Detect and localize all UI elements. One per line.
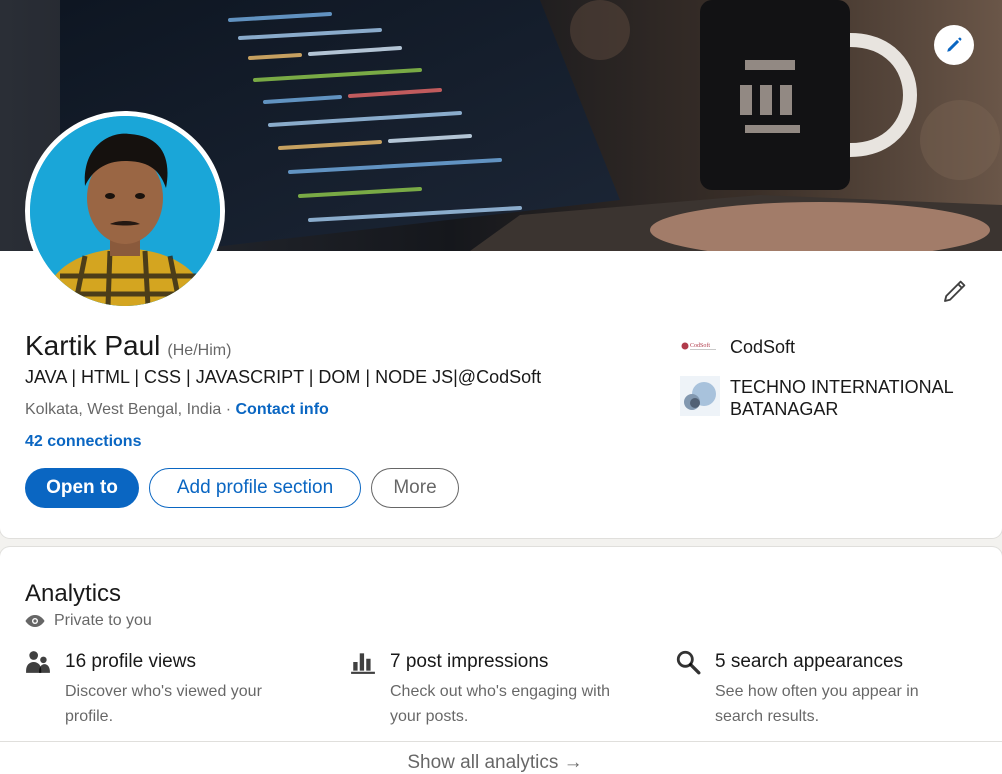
arrow-right-icon: →: [563, 752, 583, 773]
location-line: Kolkata, West Bengal, India · Contact in…: [25, 401, 329, 419]
profile-pronouns: (He/Him): [167, 342, 232, 359]
profile-location: Kolkata, West Bengal, India: [25, 401, 222, 418]
intro-edit-button[interactable]: [940, 276, 970, 306]
show-all-label: Show all analytics: [407, 752, 559, 773]
privacy-line: Private to you: [25, 612, 152, 630]
open-to-button[interactable]: Open to: [25, 468, 139, 508]
profile-card: Kartik Paul (He/Him) JAVA | HTML | CSS |…: [0, 0, 1002, 538]
org-techno[interactable]: TECHNO INTERNATIONAL BATANAGAR: [680, 376, 970, 420]
techno-logo: [680, 376, 720, 416]
org-name: CodSoft: [730, 337, 796, 357]
name-line: Kartik Paul (He/Him): [25, 330, 231, 362]
profile-name: Kartik Paul: [25, 330, 161, 361]
stat-description: See how often you appear in search resul…: [715, 683, 919, 725]
org-name: TECHNO INTERNATIONAL BATANAGAR: [730, 377, 954, 419]
stat-description: Check out who's engaging with your posts…: [390, 683, 611, 725]
analytics-divider: [0, 741, 1002, 742]
add-profile-section-button[interactable]: Add profile section: [149, 468, 361, 508]
connections-link[interactable]: 42 connections: [25, 433, 141, 451]
show-all-analytics-link[interactable]: Show all analytics →: [0, 752, 990, 774]
org-codsoft[interactable]: CodSoft CodSoft: [680, 336, 970, 358]
analytics-title: Analytics: [25, 580, 122, 607]
stat-title: 5 search appearances: [715, 651, 904, 672]
profile-avatar[interactable]: [25, 111, 225, 311]
more-button[interactable]: More: [371, 468, 459, 508]
pencil-outline-icon: [944, 280, 966, 302]
analytics-card: Analytics Private to you 16 profile view…: [0, 547, 1002, 774]
codsoft-logo: CodSoft: [680, 336, 720, 356]
pencil-icon: [947, 37, 962, 52]
profile-headline: JAVA | HTML | CSS | JAVASCRIPT | DOM | N…: [25, 367, 542, 387]
stat-title: 7 post impressions: [390, 651, 549, 672]
stat-title: 16 profile views: [65, 651, 196, 672]
profile-photo: [30, 116, 220, 306]
stat-description: Discover who's viewed your profile.: [65, 683, 262, 725]
bar-chart-icon: [351, 653, 375, 674]
privacy-label: Private to you: [54, 612, 152, 629]
people-icon: [26, 651, 50, 673]
location-separator: ·: [221, 401, 236, 418]
contact-info-link[interactable]: Contact info: [235, 401, 328, 418]
search-icon: [676, 650, 701, 675]
banner-edit-button[interactable]: [934, 25, 974, 65]
codsoft-logo-text: CodSoft: [690, 342, 710, 349]
eye-icon: [25, 615, 45, 627]
